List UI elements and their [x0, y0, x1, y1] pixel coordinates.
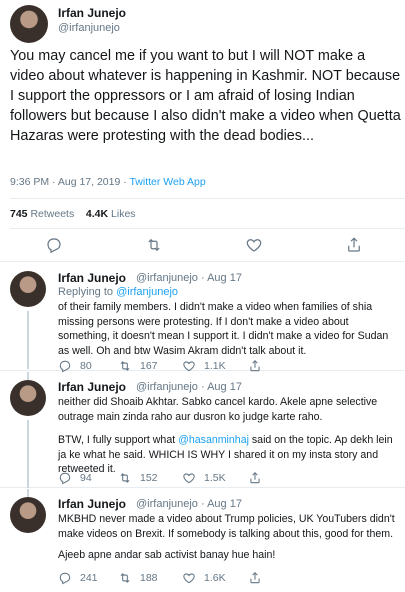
retweet-icon[interactable]	[145, 236, 163, 254]
avatar[interactable]	[10, 380, 46, 416]
retweets-label[interactable]: Retweets	[30, 208, 74, 220]
tweet-text: You may cancel me if you want to but I w…	[10, 48, 401, 144]
avatar[interactable]	[10, 5, 48, 43]
likes-count[interactable]: 4.4K	[86, 208, 108, 220]
like-count: 1.6K	[204, 572, 226, 584]
like-button[interactable]: 1.5K	[182, 470, 226, 486]
author-handle[interactable]: @irfanjunejo · Aug 17	[136, 381, 242, 393]
like-button[interactable]: 1.6K	[182, 570, 226, 586]
retweet-count: 167	[140, 360, 158, 372]
author-handle[interactable]: @irfanjunejo · Aug 17	[136, 272, 242, 284]
replying-to-mention[interactable]: @irfanjunejo	[116, 286, 178, 298]
reply-count: 241	[80, 572, 98, 584]
tweet-source-app[interactable]: Twitter Web App	[129, 176, 205, 188]
author-name[interactable]: Irfan Junejo	[58, 380, 126, 394]
divider	[10, 228, 405, 229]
tweet-time[interactable]: 9:36 PM · Aug 17, 2019 ·	[10, 176, 129, 188]
reply-text-part: BTW, I fully support what	[58, 434, 179, 446]
like-icon	[183, 473, 195, 484]
replying-to-label: Replying to	[58, 286, 117, 298]
like-count: 1.5K	[204, 472, 226, 484]
like-icon[interactable]	[245, 236, 263, 254]
reply-button[interactable]: 241	[58, 570, 98, 586]
reply-tweet[interactable]: Irfan Junejo @irfanjunejo · Aug 17 neith…	[0, 372, 405, 488]
thread-line	[27, 311, 29, 369]
reply-count: 80	[80, 360, 92, 372]
author-handle[interactable]: @irfanjunejo · Aug 17	[136, 498, 242, 510]
avatar[interactable]	[10, 271, 46, 307]
avatar[interactable]	[10, 497, 46, 533]
retweet-button[interactable]: 152	[118, 470, 158, 486]
reply-icon[interactable]	[45, 236, 63, 254]
reply-text: Ajeeb apne andar sab activist banay hue …	[58, 549, 276, 561]
share-button[interactable]	[248, 570, 270, 586]
share-icon	[250, 360, 260, 372]
replying-to: Replying to @irfanjunejo	[58, 286, 178, 298]
reply-tweet[interactable]: Irfan Junejo @irfanjunejo · Aug 17 Reply…	[0, 263, 405, 373]
share-button[interactable]	[248, 470, 270, 486]
retweet-count: 188	[140, 572, 158, 584]
share-icon[interactable]	[345, 236, 363, 254]
reply-actions: 241 188 1.6K	[58, 570, 398, 586]
retweet-count: 152	[140, 472, 158, 484]
likes-label[interactable]: Likes	[111, 208, 136, 220]
divider	[10, 198, 405, 199]
tweet-meta: 9:36 PM · Aug 17, 2019 · Twitter Web App	[10, 176, 206, 188]
reply-text: MKBHD never made a video about Trump pol…	[58, 513, 395, 540]
author-name[interactable]: Irfan Junejo	[58, 271, 126, 285]
tweet-actions	[0, 236, 405, 256]
reply-icon	[59, 472, 71, 485]
author-name[interactable]: Irfan Junejo	[58, 497, 126, 511]
like-count: 1.1K	[204, 360, 226, 372]
like-icon	[183, 361, 195, 372]
share-icon	[250, 572, 260, 584]
like-icon	[183, 573, 195, 584]
reply-button[interactable]: 94	[58, 470, 92, 486]
reply-actions: 94 152 1.5K	[58, 470, 398, 486]
retweets-count[interactable]: 745	[10, 208, 28, 220]
author-name[interactable]: Irfan Junejo	[58, 6, 126, 20]
thread-line	[27, 420, 29, 488]
thread-line	[27, 489, 29, 497]
reply-icon	[59, 360, 71, 373]
share-icon	[250, 472, 260, 484]
reply-text: of their family members. I didn't make a…	[58, 301, 389, 357]
reply-count: 94	[80, 472, 92, 484]
retweet-icon	[120, 573, 130, 583]
main-tweet: Irfan Junejo @irfanjunejo You may cancel…	[0, 0, 405, 262]
retweet-icon	[120, 473, 130, 483]
author-handle[interactable]: @irfanjunejo	[58, 22, 120, 34]
mention-link[interactable]: @hasanminhaj	[178, 434, 249, 446]
retweet-icon	[120, 361, 130, 371]
reply-icon	[59, 572, 71, 585]
reply-text: neither did Shoaib Akhtar. Sabko cancel …	[58, 396, 378, 423]
reply-tweet[interactable]: Irfan Junejo @irfanjunejo · Aug 17 MKBHD…	[0, 489, 405, 592]
tweet-stats: 745 Retweets 4.4K Likes	[10, 208, 136, 220]
retweet-button[interactable]: 188	[118, 570, 158, 586]
thread-line	[27, 372, 29, 380]
